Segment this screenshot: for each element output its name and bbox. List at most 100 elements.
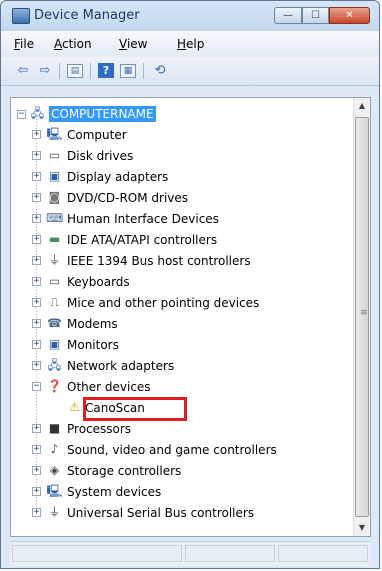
collapse-icon[interactable]: − xyxy=(32,382,41,391)
expand-icon[interactable]: + xyxy=(32,319,41,328)
tree-item-label: Mice and other pointing devices xyxy=(67,296,260,310)
toolbar-separator xyxy=(59,63,60,79)
expand-icon[interactable]: + xyxy=(32,151,41,160)
expand-icon[interactable]: + xyxy=(32,487,41,496)
tree-item-label: IDE ATA/ATAPI controllers xyxy=(67,233,218,247)
tree-item-modems[interactable]: + ☎ Modems xyxy=(11,314,351,335)
tree-item-display-adapters[interactable]: + ▣ Display adapters xyxy=(11,167,351,188)
tree-item-label: Universal Serial Bus controllers xyxy=(67,506,255,520)
expand-icon[interactable]: + xyxy=(32,508,41,517)
tree-item-other-devices[interactable]: − ❓ Other devices xyxy=(11,377,351,398)
view-icon[interactable]: ▦ xyxy=(120,64,136,78)
tree-item-processors[interactable]: + ■ Processors xyxy=(11,419,351,440)
expand-icon[interactable]: + xyxy=(32,193,41,202)
tree-item-keyboards[interactable]: + ▭ Keyboards xyxy=(11,272,351,293)
expand-icon[interactable]: + xyxy=(32,466,41,475)
forward-icon[interactable]: ⇨ xyxy=(36,62,54,80)
help-icon[interactable]: ? xyxy=(98,63,114,78)
tree-item-label: Sound, video and game controllers xyxy=(67,443,277,457)
expand-icon[interactable]: + xyxy=(32,361,41,370)
tree-item-label: System devices xyxy=(67,485,162,499)
minimize-button[interactable]: — xyxy=(274,7,302,24)
collapse-icon[interactable]: − xyxy=(17,110,26,119)
status-pane xyxy=(278,545,368,562)
scroll-thumb[interactable]: ≡ xyxy=(355,117,369,517)
tree-item-label: Processors xyxy=(67,422,132,436)
tree-item-ide[interactable]: + ▬ IDE ATA/ATAPI controllers xyxy=(11,230,351,251)
vertical-scrollbar[interactable]: ▲ ≡ ▼ xyxy=(353,98,370,536)
properties-icon[interactable]: ▤ xyxy=(67,64,83,78)
computer-network-icon: 🖧 xyxy=(30,106,45,120)
tree-item-label: Disk drives xyxy=(67,149,134,163)
toolbar-separator xyxy=(143,63,144,79)
scroll-up-icon[interactable]: ▲ xyxy=(354,98,370,114)
monitor-icon: ▣ xyxy=(48,337,61,351)
scan-hardware-icon[interactable]: ⟲ xyxy=(151,62,169,80)
menu-file-label: ile xyxy=(20,37,35,51)
back-icon[interactable]: ⇦ xyxy=(14,62,32,80)
toolbar-separator xyxy=(90,63,91,79)
menu-file[interactable]: File xyxy=(14,37,34,51)
maximize-button[interactable]: ☐ xyxy=(302,7,329,24)
storage-controller-icon: ◈ xyxy=(49,463,60,477)
menu-help-label: elp xyxy=(186,37,205,51)
tree-item-ieee1394[interactable]: + ⏚ IEEE 1394 Bus host controllers xyxy=(11,251,351,272)
warning-device-icon: ⚠ xyxy=(69,400,80,414)
scroll-down-icon[interactable]: ▼ xyxy=(354,520,370,536)
tree-item-monitors[interactable]: + ▣ Monitors xyxy=(11,335,351,356)
disk-drive-icon: ▭ xyxy=(48,148,61,162)
hid-icon: ⌨ xyxy=(46,211,64,225)
system-devices-icon: 🖳 xyxy=(46,484,63,498)
status-bar xyxy=(10,541,371,566)
tree-root-row[interactable]: − 🖧 COMPUTERNAME xyxy=(11,104,351,125)
sound-icon: ♪ xyxy=(50,442,59,456)
tree-item-dvd-cd-rom[interactable]: + ◙ DVD/CD-ROM drives xyxy=(11,188,351,209)
canoscan-highlight-box xyxy=(83,397,187,421)
menu-view-accesskey: V xyxy=(119,37,127,51)
usb-icon: ⏚ xyxy=(48,505,61,519)
tree-item-mice[interactable]: + ⎍ Mice and other pointing devices xyxy=(11,293,351,314)
expand-icon[interactable]: + xyxy=(32,424,41,433)
tree-item-label: Computer xyxy=(67,128,127,142)
expand-icon[interactable]: + xyxy=(32,277,41,286)
tree-item-label: DVD/CD-ROM drives xyxy=(67,191,189,205)
processor-icon: ■ xyxy=(48,421,61,435)
menu-help[interactable]: Help xyxy=(177,37,204,51)
tree-item-label: IEEE 1394 Bus host controllers xyxy=(67,254,251,268)
menu-action[interactable]: Action xyxy=(54,37,92,51)
ieee1394-icon: ⏚ xyxy=(48,253,61,267)
window-title: Device Manager xyxy=(34,8,140,23)
expand-icon[interactable]: + xyxy=(32,214,41,223)
computer-icon: 🖳 xyxy=(46,127,63,141)
tree-item-sound[interactable]: + ♪ Sound, video and game controllers xyxy=(11,440,351,461)
modem-icon: ☎ xyxy=(47,316,62,330)
expand-icon[interactable]: + xyxy=(32,235,41,244)
expand-icon[interactable]: + xyxy=(32,256,41,265)
tree-item-label: Monitors xyxy=(67,338,119,352)
tree-item-label: Keyboards xyxy=(67,275,130,289)
menu-view[interactable]: View xyxy=(119,37,147,51)
expand-icon[interactable]: + xyxy=(32,172,41,181)
expand-icon[interactable]: + xyxy=(32,445,41,454)
tree-item-usb[interactable]: + ⏚ Universal Serial Bus controllers xyxy=(11,503,351,524)
title-bar[interactable]: Device Manager — ☐ ✕ xyxy=(1,1,379,31)
menu-action-accesskey: A xyxy=(54,37,62,51)
tree-item-network-adapters[interactable]: + 🖧 Network adapters xyxy=(11,356,351,377)
ide-controller-icon: ▬ xyxy=(48,232,61,246)
menu-help-accesskey: H xyxy=(177,37,187,51)
tree-item-hid[interactable]: + ⌨ Human Interface Devices xyxy=(11,209,351,230)
close-button[interactable]: ✕ xyxy=(329,7,370,24)
device-tree[interactable]: − 🖧 COMPUTERNAME + 🖳 Computer + ▭ Disk d… xyxy=(10,97,371,537)
tree-item-storage-controllers[interactable]: + ◈ Storage controllers xyxy=(11,461,351,482)
device-manager-app-icon xyxy=(12,8,30,24)
tree-item-disk-drives[interactable]: + ▭ Disk drives xyxy=(11,146,351,167)
tree-item-computer[interactable]: + 🖳 Computer xyxy=(11,125,351,146)
menu-bar: File Action View Help xyxy=(1,31,379,57)
tree-item-label: Network adapters xyxy=(67,359,175,373)
tree-item-system-devices[interactable]: + 🖳 System devices xyxy=(11,482,351,503)
expand-icon[interactable]: + xyxy=(32,130,41,139)
expand-icon[interactable]: + xyxy=(32,298,41,307)
status-pane xyxy=(12,545,182,562)
expand-icon[interactable]: + xyxy=(32,340,41,349)
tree-item-label: Storage controllers xyxy=(67,464,182,478)
